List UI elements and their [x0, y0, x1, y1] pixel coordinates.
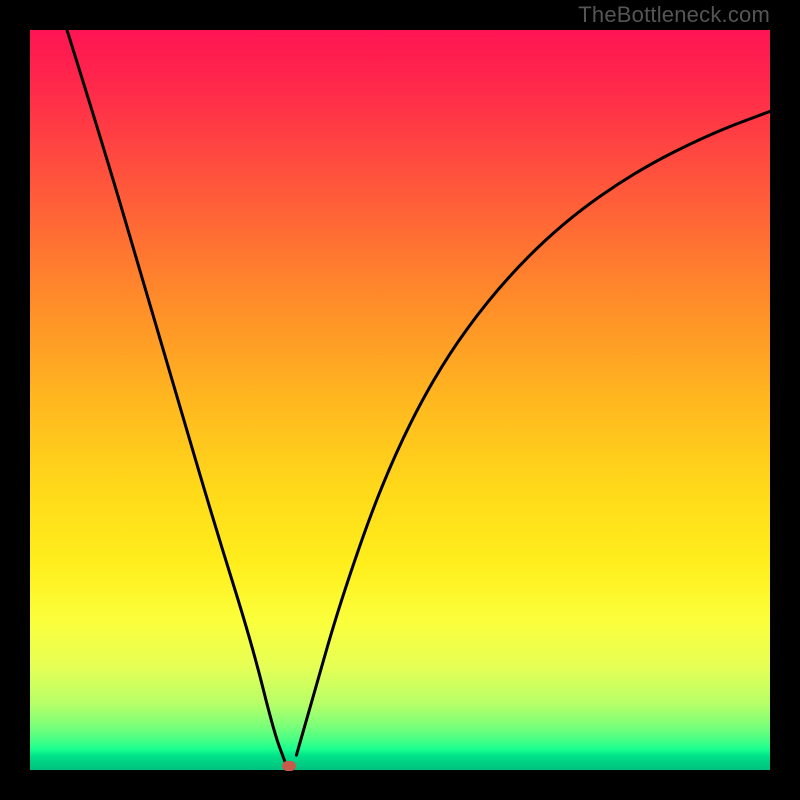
- plot-area: [30, 30, 770, 770]
- bottleneck-curve: [30, 30, 770, 770]
- min-point-marker: [282, 761, 296, 771]
- chart-root: TheBottleneck.com: [0, 0, 800, 800]
- watermark-text: TheBottleneck.com: [578, 2, 770, 28]
- curve-path: [67, 30, 770, 763]
